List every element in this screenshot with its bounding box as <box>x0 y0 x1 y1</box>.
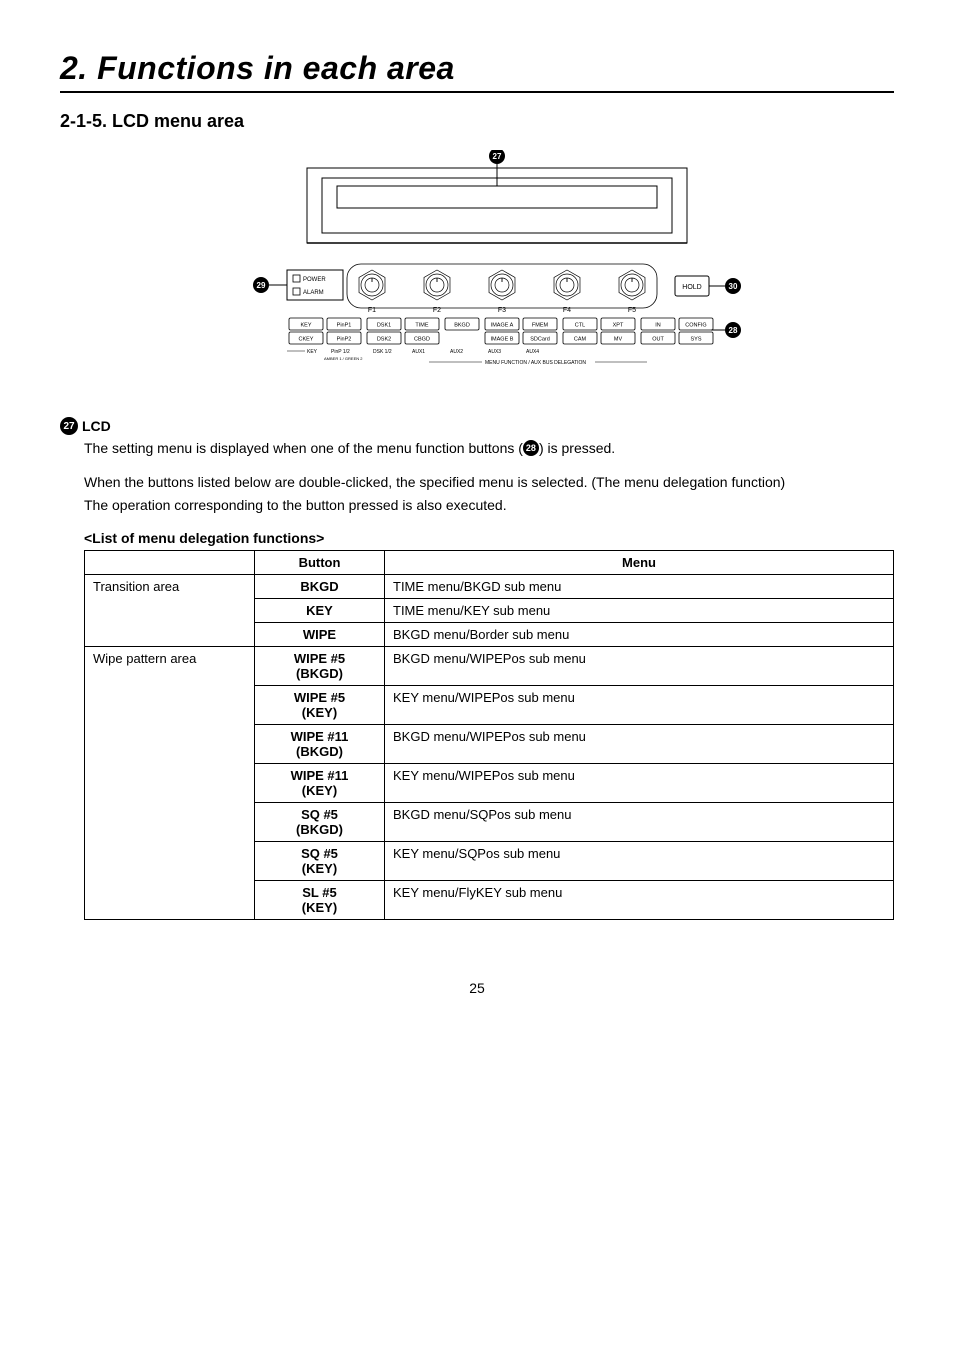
svg-text:MENU FUNCTION / AUX BUS DELEGA: MENU FUNCTION / AUX BUS DELEGATION <box>485 360 586 366</box>
lcd-area-diagram: 27 POWER ALARM 29 F1F2F3F4F5 HOLD 30 KEY… <box>60 150 894 393</box>
button-cell: WIPE #5(KEY) <box>255 685 385 724</box>
button-cell: KEY <box>255 598 385 622</box>
item-number-circle: 27 <box>60 417 78 435</box>
item-p1: The setting menu is displayed when one o… <box>84 439 894 459</box>
svg-text:POWER: POWER <box>303 277 326 283</box>
svg-text:PinP1: PinP1 <box>337 323 352 329</box>
svg-text:IMAGE B: IMAGE B <box>491 337 514 343</box>
svg-text:CKEY: CKEY <box>299 337 314 343</box>
menu-function-buttons: KEY PinP1 DSK1 TIME BKGD IMAGE A FMEM CTL XPT IN C… <box>289 318 713 344</box>
menu-cell: BKGD menu/WIPEPos sub menu <box>385 724 894 763</box>
category-cell: Wipe pattern area <box>85 646 255 919</box>
menu-cell: KEY menu/FlyKEY sub menu <box>385 880 894 919</box>
delegation-table: Button Menu Transition areaBKGDTIME menu… <box>84 550 894 920</box>
col-menu: Menu <box>385 550 894 574</box>
menu-cell: BKGD menu/SQPos sub menu <box>385 802 894 841</box>
svg-text:PinP2: PinP2 <box>337 337 352 343</box>
menu-cell: TIME menu/BKGD sub menu <box>385 574 894 598</box>
svg-text:MV: MV <box>614 337 623 343</box>
svg-text:AUX3: AUX3 <box>488 349 501 355</box>
svg-text:28: 28 <box>729 326 738 335</box>
svg-text:30: 30 <box>729 282 738 291</box>
knobs: F1F2F3F4F5 <box>359 270 645 314</box>
button-cell: WIPE <box>255 622 385 646</box>
item-p3: The operation corresponding to the butto… <box>84 496 894 516</box>
menu-cell: TIME menu/KEY sub menu <box>385 598 894 622</box>
button-cell: WIPE #5(BKGD) <box>255 646 385 685</box>
svg-text:OUT: OUT <box>652 337 664 343</box>
button-cell: WIPE #11(KEY) <box>255 763 385 802</box>
power-alarm-box: POWER ALARM <box>287 270 343 300</box>
svg-text:IN: IN <box>655 323 661 329</box>
button-cell: SQ #5(KEY) <box>255 841 385 880</box>
button-cell: SQ #5(BKGD) <box>255 802 385 841</box>
ref-28-circle: 28 <box>523 440 539 456</box>
svg-text:DSK 1/2: DSK 1/2 <box>373 349 392 355</box>
svg-text:27: 27 <box>493 152 502 161</box>
svg-text:CAM: CAM <box>574 337 587 343</box>
svg-text:PinP 1/2: PinP 1/2 <box>331 349 350 355</box>
button-cell: BKGD <box>255 574 385 598</box>
col-button: Button <box>255 550 385 574</box>
svg-text:KEY: KEY <box>307 349 318 355</box>
svg-text:ALARM: ALARM <box>303 290 324 296</box>
menu-cell: KEY menu/WIPEPos sub menu <box>385 685 894 724</box>
table-heading: <List of menu delegation functions> <box>84 530 894 546</box>
menu-cell: KEY menu/SQPos sub menu <box>385 841 894 880</box>
section-title: 2-1-5. LCD menu area <box>60 111 894 132</box>
svg-text:DSK2: DSK2 <box>377 337 391 343</box>
svg-text:29: 29 <box>257 281 266 290</box>
svg-text:TIME: TIME <box>415 323 428 329</box>
menu-cell: KEY menu/WIPEPos sub menu <box>385 763 894 802</box>
svg-text:CBGD: CBGD <box>414 337 430 343</box>
svg-text:AUX4: AUX4 <box>526 349 539 355</box>
svg-text:IMAGE A: IMAGE A <box>491 323 514 329</box>
table-row: Wipe pattern areaWIPE #5(BKGD)BKGD menu/… <box>85 646 894 685</box>
col-blank <box>85 550 255 574</box>
svg-text:AUX1: AUX1 <box>412 349 425 355</box>
button-cell: WIPE #11(BKGD) <box>255 724 385 763</box>
menu-cell: BKGD menu/WIPEPos sub menu <box>385 646 894 685</box>
callout-30: 30 <box>709 278 741 294</box>
table-row: Transition areaBKGDTIME menu/BKGD sub me… <box>85 574 894 598</box>
sub-labels: KEY PinP 1/2 AMBER 1 / GREEN 2 DSK 1/2 A… <box>287 349 647 366</box>
chapter-title: 2. Functions in each area <box>60 50 894 87</box>
svg-text:DSK1: DSK1 <box>377 323 391 329</box>
svg-text:FMEM: FMEM <box>532 323 549 329</box>
button-cell: SL #5(KEY) <box>255 880 385 919</box>
page-number: 25 <box>60 980 894 996</box>
chapter-rule <box>60 91 894 93</box>
item-name: LCD <box>82 418 111 434</box>
svg-text:CTL: CTL <box>575 323 585 329</box>
svg-text:CONFIG: CONFIG <box>685 323 706 329</box>
svg-text:AUX2: AUX2 <box>450 349 463 355</box>
item-p2: When the buttons listed below are double… <box>84 473 894 493</box>
svg-text:BKGD: BKGD <box>454 323 470 329</box>
svg-text:AMBER 1 / GREEN 2: AMBER 1 / GREEN 2 <box>324 356 363 361</box>
svg-text:SYS: SYS <box>690 337 701 343</box>
callout-29: 29 <box>253 277 287 293</box>
category-cell: Transition area <box>85 574 255 646</box>
svg-text:SDCard: SDCard <box>530 337 550 343</box>
svg-text:KEY: KEY <box>300 323 311 329</box>
menu-cell: BKGD menu/Border sub menu <box>385 622 894 646</box>
item-27-heading: 27 LCD <box>60 417 894 435</box>
hold-button: HOLD <box>675 276 709 296</box>
callout-28: 28 <box>711 322 741 338</box>
svg-text:XPT: XPT <box>613 323 624 329</box>
svg-text:HOLD: HOLD <box>682 284 701 291</box>
